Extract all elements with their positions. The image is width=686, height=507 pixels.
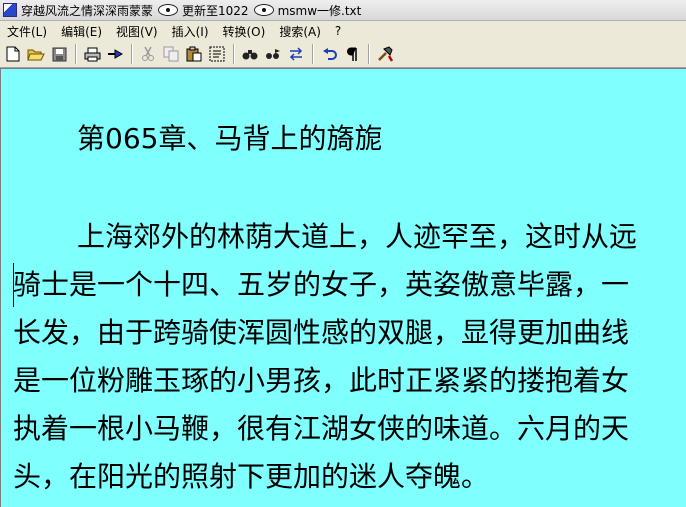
toolbar-separator <box>131 44 133 64</box>
text-line: 头，在阳光的照射下更加的迷人夺魄。 <box>13 460 490 493</box>
cut-icon[interactable] <box>137 43 159 65</box>
window-title-part2: 更新至1022 <box>182 3 249 18</box>
toolbar-separator <box>75 44 77 64</box>
text-line: 上海郊外的林荫大道上，人迹罕至，这时从远 <box>77 220 638 253</box>
text-editor-area[interactable]: 第065章、马背上的旖旎 上海郊外的林荫大道上，人迹罕至，这时从远 骑士是一个十… <box>0 68 686 507</box>
menu-help[interactable]: ? <box>328 24 348 38</box>
menu-file[interactable]: 文件(L) <box>0 23 54 40</box>
eye-icon <box>158 4 179 16</box>
text-line: 骑士是一个十四、五岁的女子，英姿傲意毕露，一 <box>13 268 630 301</box>
copy-icon[interactable] <box>160 43 182 65</box>
window-title-part1: 穿越风流之情深深雨蒙蒙 <box>21 3 154 18</box>
find-icon[interactable] <box>239 43 261 65</box>
menu-insert[interactable]: 插入(I) <box>165 23 216 40</box>
menu-convert[interactable]: 转换(O) <box>216 23 273 40</box>
text-caret <box>13 263 14 307</box>
menu-bar: 文件(L) 编辑(E) 视图(V) 插入(I) 转换(O) 搜索(A) ? <box>0 21 686 41</box>
app-icon <box>3 3 17 17</box>
pin-icon[interactable] <box>104 43 126 65</box>
text-line: 长发，由于跨骑使浑圆性感的双腿，显得更加曲线 <box>13 316 630 349</box>
find-next-icon[interactable] <box>262 43 284 65</box>
menu-search[interactable]: 搜索(A) <box>272 23 328 40</box>
open-folder-icon[interactable] <box>25 43 47 65</box>
print-icon[interactable] <box>81 43 103 65</box>
toolbar-separator <box>233 44 235 64</box>
toolbar <box>0 41 686 68</box>
eye-icon-2 <box>253 4 274 16</box>
text-line: 是一位粉雕玉琢的小男孩，此时正紧紧的搂抱着女 <box>13 364 630 397</box>
new-file-icon[interactable] <box>2 43 24 65</box>
toolbar-separator <box>368 44 370 64</box>
save-icon[interactable] <box>48 43 70 65</box>
paste-icon[interactable] <box>183 43 205 65</box>
window-title-filename: msmw一修.txt <box>277 3 362 18</box>
toolbar-separator <box>312 44 314 64</box>
select-all-icon[interactable] <box>206 43 228 65</box>
title-bar: 穿越风流之情深深雨蒙蒙 更新至1022 msmw一修.txt <box>0 0 686 21</box>
tools-icon[interactable] <box>374 43 396 65</box>
menu-edit[interactable]: 编辑(E) <box>54 23 109 40</box>
replace-icon[interactable] <box>285 43 307 65</box>
menu-view[interactable]: 视图(V) <box>109 23 165 40</box>
chapter-title: 第065章、马背上的旖旎 <box>77 122 383 155</box>
undo-icon[interactable] <box>318 43 340 65</box>
text-line: 执着一根小马鞭，很有江湖女侠的味道。六月的天 <box>13 412 630 445</box>
paragraph-icon[interactable] <box>341 43 363 65</box>
